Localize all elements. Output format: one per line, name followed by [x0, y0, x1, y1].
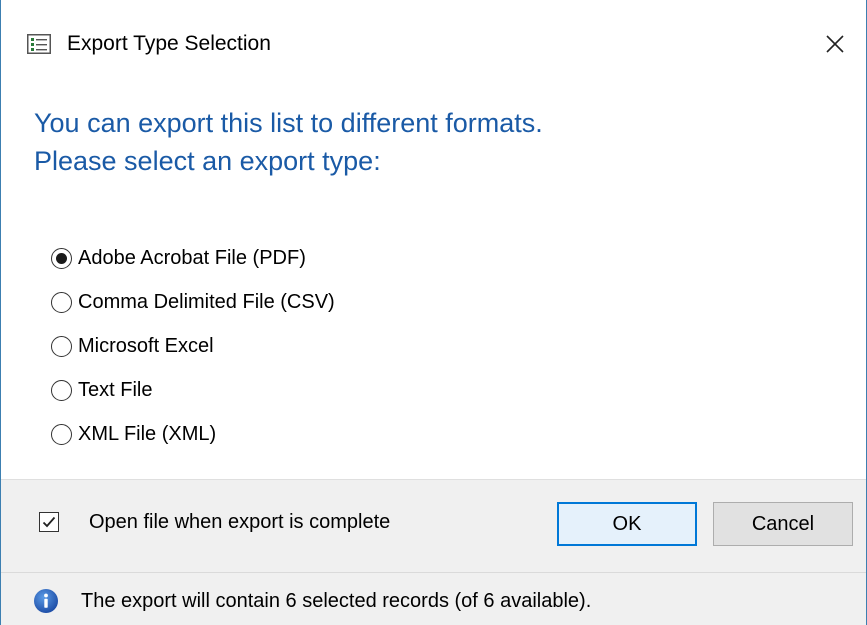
open-file-label: Open file when export is complete — [89, 511, 391, 533]
radio-label: Comma Delimited File (CSV) — [78, 291, 335, 313]
radio-label: Adobe Acrobat File (PDF) — [78, 247, 306, 269]
heading-line-2: Please select an export type: — [34, 146, 381, 176]
radio-label: Text File — [78, 379, 153, 401]
export-dialog: Export Type Selection You can export thi… — [0, 0, 867, 625]
info-icon — [33, 588, 59, 614]
instruction-heading: You can export this list to different fo… — [34, 104, 543, 180]
radio-selected-dot — [56, 252, 67, 264]
radio-label: XML File (XML) — [78, 423, 217, 445]
radio-option-pdf[interactable]: Adobe Acrobat File (PDF) — [51, 236, 335, 280]
export-type-radio-group: Adobe Acrobat File (PDF) Comma Delimited… — [51, 236, 335, 456]
radio-option-xml[interactable]: XML File (XML) — [51, 412, 335, 456]
radio-button[interactable] — [51, 423, 72, 445]
radio-option-text[interactable]: Text File — [51, 368, 335, 412]
checkmark-icon — [42, 516, 56, 528]
cancel-button[interactable]: Cancel — [713, 502, 853, 546]
close-icon — [826, 35, 844, 53]
radio-button[interactable] — [51, 247, 72, 269]
open-file-checkbox[interactable] — [39, 512, 59, 532]
window-title: Export Type Selection — [67, 32, 271, 55]
radio-option-excel[interactable]: Microsoft Excel — [51, 324, 335, 368]
open-file-checkbox-row[interactable]: Open file when export is complete — [39, 510, 390, 534]
radio-button[interactable] — [51, 335, 72, 357]
radio-button[interactable] — [51, 379, 72, 401]
close-button[interactable] — [804, 18, 866, 70]
radio-button[interactable] — [51, 291, 72, 313]
radio-option-csv[interactable]: Comma Delimited File (CSV) — [51, 280, 335, 324]
export-record-count-text: The export will contain 6 selected recor… — [81, 590, 592, 612]
ok-button[interactable]: OK — [557, 502, 697, 546]
footer-divider — [1, 572, 866, 573]
status-bar: The export will contain 6 selected recor… — [33, 588, 591, 614]
radio-label: Microsoft Excel — [78, 335, 214, 357]
list-window-icon — [27, 34, 51, 54]
title-bar: Export Type Selection — [1, 0, 866, 88]
heading-line-1: You can export this list to different fo… — [34, 108, 543, 138]
